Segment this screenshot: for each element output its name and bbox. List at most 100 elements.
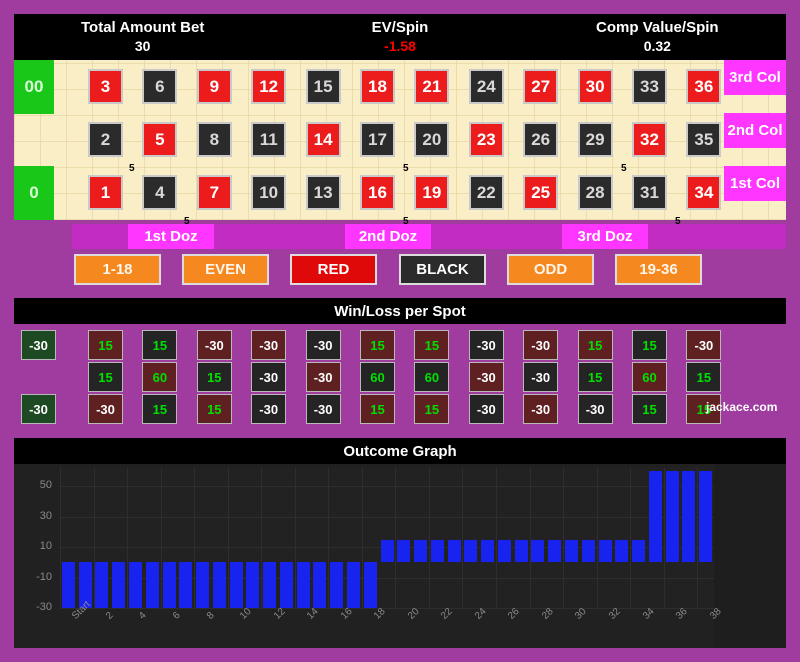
winloss-cell: -30 bbox=[468, 362, 504, 392]
chart-bar bbox=[212, 562, 226, 608]
winloss-cell: -30 bbox=[468, 394, 504, 424]
winloss-cell: 15 bbox=[632, 394, 667, 424]
winloss-cell: -30 bbox=[468, 330, 504, 360]
bet-spot-1st-col[interactable]: 1st Col bbox=[724, 166, 786, 201]
chip-amount-marker[interactable]: 5 bbox=[129, 164, 135, 174]
gridline-vertical bbox=[663, 468, 665, 608]
chip-amount-marker[interactable]: 5 bbox=[621, 164, 627, 174]
bet-spot-00[interactable]: 00 bbox=[14, 60, 54, 114]
bet-spot-1st-doz[interactable]: 1st Doz bbox=[128, 224, 214, 249]
gridline-vertical bbox=[630, 468, 632, 608]
bet-spot-2nd-col[interactable]: 2nd Col bbox=[724, 113, 786, 148]
chart-bar bbox=[447, 539, 461, 563]
winloss-cell: -30 bbox=[305, 330, 341, 360]
bet-spot-0[interactable]: 0 bbox=[14, 166, 54, 220]
bet-spot-4[interactable]: 4 bbox=[142, 175, 178, 210]
y-axis-tick-label: 50 bbox=[39, 479, 52, 492]
bet-spot-10[interactable]: 10 bbox=[251, 175, 287, 210]
bet-spot-22[interactable]: 22 bbox=[468, 175, 504, 210]
bet-spot-12[interactable]: 12 bbox=[251, 69, 287, 104]
y-axis-tick-label: -30 bbox=[36, 601, 52, 613]
bet-spot-5[interactable]: 5 bbox=[142, 122, 178, 157]
bet-spot-18[interactable]: 18 bbox=[360, 69, 395, 104]
bet-spot-11[interactable]: 11 bbox=[251, 122, 287, 157]
chart-bar bbox=[548, 539, 562, 563]
bet-spot-27[interactable]: 27 bbox=[523, 69, 559, 104]
gridline-vertical bbox=[496, 468, 497, 608]
bet-spot-black[interactable]: BLACK bbox=[399, 254, 486, 285]
bet-spot-17[interactable]: 17 bbox=[360, 122, 395, 157]
bet-spot-20[interactable]: 20 bbox=[414, 122, 450, 157]
bet-spot-14[interactable]: 14 bbox=[305, 122, 341, 157]
roulette-board[interactable]: 00 0 3 6 9 12 15 18 21 24 27 30 33 36 2 5 8 11 14 17 20 23 2… bbox=[14, 60, 786, 227]
chart-bar bbox=[196, 562, 210, 608]
bet-spot-9[interactable]: 9 bbox=[196, 69, 232, 104]
bet-spot-33[interactable]: 33 bbox=[632, 69, 667, 104]
gridline-vertical bbox=[294, 468, 296, 608]
chart-bar bbox=[179, 562, 193, 608]
winloss-grid: -30 -30 15 15 -30 -30 -30 15 15 -30 -30 15 15 -30 15 6… bbox=[14, 324, 786, 428]
bet-spot-1-18[interactable]: 1-18 bbox=[74, 254, 161, 285]
chart-bar bbox=[313, 562, 327, 608]
chart-bar bbox=[95, 562, 109, 608]
bet-spot-25[interactable]: 25 bbox=[523, 175, 559, 210]
bet-spot-even[interactable]: EVEN bbox=[182, 254, 269, 285]
bet-spot-7[interactable]: 7 bbox=[196, 175, 232, 210]
bet-spot-29[interactable]: 29 bbox=[577, 122, 613, 157]
stat-label: Comp Value/Spin bbox=[596, 19, 719, 36]
winloss-cell: 15 bbox=[686, 362, 722, 392]
winloss-cell: 15 bbox=[577, 362, 613, 392]
bet-spot-13[interactable]: 13 bbox=[305, 175, 341, 210]
chart-bar bbox=[128, 562, 142, 608]
gridline-vertical bbox=[361, 468, 363, 608]
bet-spot-2nd-doz[interactable]: 2nd Doz bbox=[345, 224, 431, 249]
bet-spot-36[interactable]: 36 bbox=[686, 69, 722, 104]
chip-amount-marker[interactable]: 5 bbox=[403, 164, 409, 174]
bet-spot-8[interactable]: 8 bbox=[196, 122, 232, 157]
bet-spot-31[interactable]: 31 bbox=[632, 175, 667, 210]
chart-bar bbox=[296, 562, 310, 608]
x-axis-tick-label: 4 bbox=[137, 610, 150, 622]
bet-spot-6[interactable]: 6 bbox=[142, 69, 178, 104]
gridline-vertical bbox=[697, 468, 699, 608]
bet-spot-32[interactable]: 32 bbox=[632, 122, 667, 157]
bet-spot-23[interactable]: 23 bbox=[468, 122, 504, 157]
stat-value: 0.32 bbox=[643, 38, 671, 54]
x-axis-tick-label: 2 bbox=[103, 610, 116, 622]
bet-spot-34[interactable]: 34 bbox=[686, 175, 722, 210]
summary-stats-bar: Total Amount Bet 30 EV/Spin -1.58 Comp V… bbox=[14, 14, 786, 60]
bet-spot-19[interactable]: 19 bbox=[414, 175, 450, 210]
x-axis-tick-label: 8 bbox=[204, 610, 217, 622]
gridline-vertical bbox=[160, 468, 162, 608]
bet-spot-3rd-col[interactable]: 3rd Col bbox=[724, 60, 786, 95]
bet-spot-red[interactable]: RED bbox=[290, 254, 377, 285]
gridline-vertical bbox=[529, 468, 531, 608]
bet-spot-24[interactable]: 24 bbox=[468, 69, 504, 104]
bet-spot-28[interactable]: 28 bbox=[577, 175, 613, 210]
chart-bar bbox=[430, 539, 444, 563]
chart-bar bbox=[514, 539, 528, 563]
bet-spot-21[interactable]: 21 bbox=[414, 69, 450, 104]
bet-spot-odd[interactable]: ODD bbox=[507, 254, 594, 285]
bet-spot-26[interactable]: 26 bbox=[523, 122, 559, 157]
gridline-vertical bbox=[596, 468, 598, 608]
bet-spot-1[interactable]: 1 bbox=[88, 175, 123, 210]
bet-spot-19-36[interactable]: 19-36 bbox=[615, 254, 702, 285]
gridline-vertical bbox=[462, 468, 464, 608]
winloss-cell: -30 bbox=[251, 394, 287, 424]
chart-bar bbox=[229, 562, 243, 608]
bet-spot-2[interactable]: 2 bbox=[88, 122, 123, 157]
chart-bar bbox=[632, 539, 646, 563]
bet-spot-3rd-doz[interactable]: 3rd Doz bbox=[562, 224, 648, 249]
bet-spot-30[interactable]: 30 bbox=[577, 69, 613, 104]
bet-spot-3[interactable]: 3 bbox=[88, 69, 123, 104]
bet-spot-35[interactable]: 35 bbox=[686, 122, 722, 157]
winloss-cell: 60 bbox=[360, 362, 395, 392]
bet-spot-15[interactable]: 15 bbox=[305, 69, 341, 104]
brand-watermark: jackace.com bbox=[706, 400, 778, 414]
winloss-cell: -30 bbox=[523, 362, 559, 392]
gridline-vertical bbox=[328, 468, 330, 608]
bet-spot-16[interactable]: 16 bbox=[360, 175, 395, 210]
y-axis-tick-label: 30 bbox=[39, 509, 52, 522]
winloss-cell: -30 bbox=[523, 394, 559, 424]
